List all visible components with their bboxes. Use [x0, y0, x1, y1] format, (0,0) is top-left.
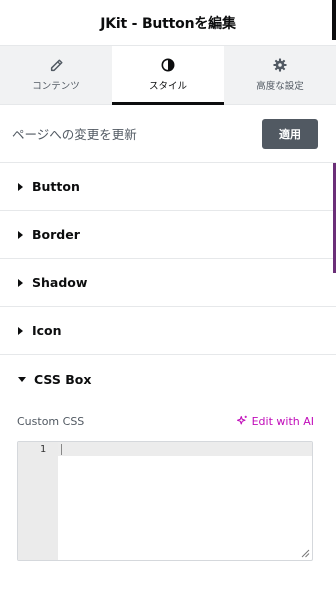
caret-right-icon: [18, 326, 23, 335]
editor-gutter: 1: [18, 442, 58, 560]
caret-right-icon: [18, 278, 23, 287]
section-border-label: Border: [32, 227, 80, 242]
gear-icon: [273, 58, 287, 72]
section-shadow[interactable]: Shadow: [0, 259, 336, 307]
caret-right-icon: [18, 230, 23, 239]
apply-text: ページへの変更を更新: [12, 127, 137, 142]
sparkle-icon: [236, 415, 247, 425]
line-number: 1: [39, 444, 46, 455]
section-icon-label: Icon: [32, 323, 62, 338]
editor-active-line: [58, 442, 312, 456]
tab-style-label: スタイル: [148, 81, 187, 92]
tab-advanced[interactable]: 高度な設定: [224, 46, 336, 104]
resize-handle-icon[interactable]: [301, 549, 310, 558]
apply-button[interactable]: 適用: [262, 118, 318, 149]
edit-with-ai-link[interactable]: Edit with AI: [236, 415, 314, 428]
header-edge-bar: [332, 0, 336, 40]
edit-with-ai-label: Edit with AI: [251, 414, 314, 428]
panel-title: JKit - Buttonを編集: [100, 15, 236, 32]
tab-bar: コンテンツ スタイル 高度な設定: [0, 46, 336, 105]
tab-style[interactable]: スタイル: [112, 46, 224, 105]
tab-content-label: コンテンツ: [32, 80, 80, 92]
apply-row: ページへの変更を更新 適用: [0, 105, 336, 163]
section-css-box-label: CSS Box: [34, 371, 92, 387]
section-button[interactable]: Button: [0, 163, 336, 211]
tab-content[interactable]: コンテンツ: [0, 46, 112, 104]
pencil-icon: [50, 58, 63, 71]
css-header: Custom CSS Edit with AI: [17, 410, 314, 432]
panel-header: JKit - Buttonを編集: [0, 0, 336, 46]
css-box-panel: Custom CSS Edit with AI 1: [0, 410, 336, 561]
contrast-icon: [161, 58, 175, 72]
css-code-editor[interactable]: 1: [17, 441, 313, 561]
section-icon[interactable]: Icon: [0, 307, 336, 355]
section-shadow-label: Shadow: [32, 275, 88, 290]
custom-css-label: Custom CSS: [17, 414, 85, 428]
caret-down-icon: [18, 376, 26, 382]
section-button-label: Button: [32, 179, 80, 194]
tab-advanced-label: 高度な設定: [256, 81, 304, 92]
section-border[interactable]: Border: [0, 211, 336, 259]
caret-right-icon: [18, 182, 23, 191]
section-css-box[interactable]: CSS Box: [0, 355, 336, 403]
text-cursor: [61, 444, 62, 455]
